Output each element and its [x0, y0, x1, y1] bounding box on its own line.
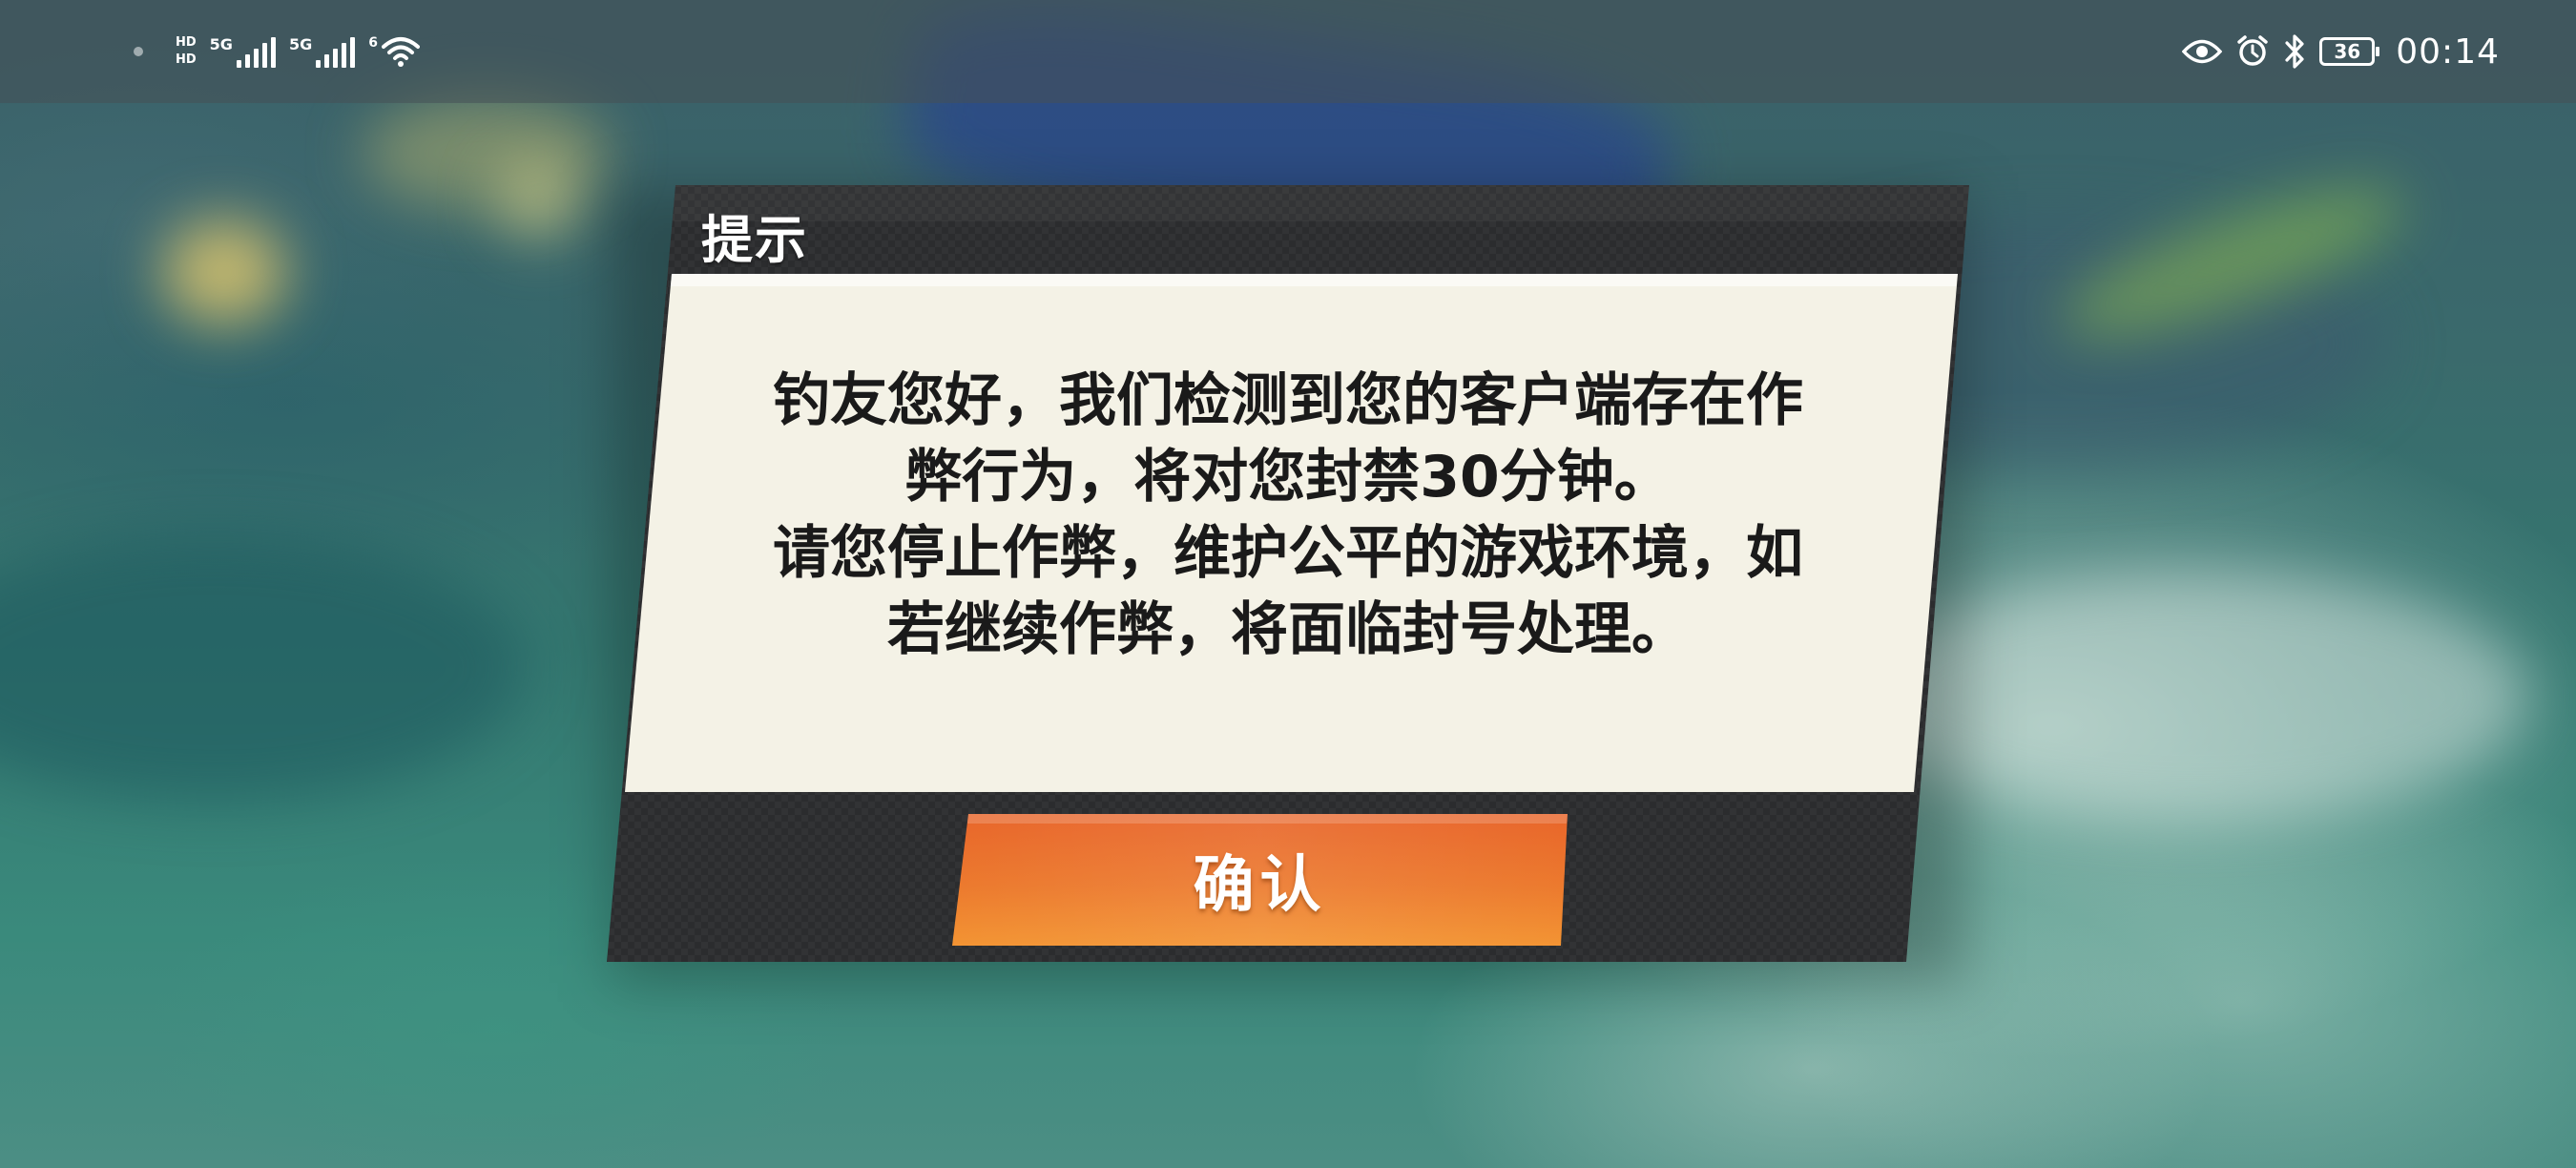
dialog-message: 钓友您好，我们检测到您的客户端存在作 弊行为，将对您封禁30分钟。 请您停止作弊…	[668, 363, 1908, 668]
message-line: 钓友您好，我们检测到您的客户端存在作	[773, 367, 1803, 434]
message-line: 请您停止作弊，维护公平的游戏环境，如	[773, 520, 1803, 587]
confirm-button-label: 确认	[1193, 850, 1327, 921]
message-line: 弊行为，将对您封禁30分钟。	[904, 444, 1672, 511]
alert-dialog: 提示 钓友您好，我们检测到您的客户端存在作 弊行为，将对您封禁30分钟。 请您停…	[0, 0, 2576, 1168]
message-line: 若继续作弊，将面临封号处理。	[887, 596, 1689, 663]
dialog-title: 提示	[701, 210, 808, 270]
confirm-button[interactable]: 确认	[952, 814, 1568, 946]
